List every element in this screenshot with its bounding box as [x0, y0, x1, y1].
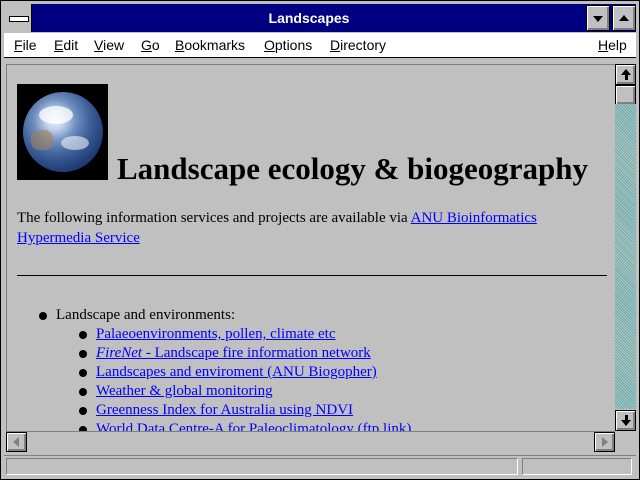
menu-file[interactable]: File	[14, 33, 37, 57]
scroll-up-button[interactable]	[615, 64, 636, 85]
bullet-icon	[39, 312, 47, 320]
maximize-button[interactable]	[612, 5, 636, 31]
menu-go[interactable]: Go	[141, 33, 160, 57]
list-item: Palaeoenvironments, pollen, climate etc	[96, 326, 336, 343]
menu-help[interactable]: Help	[598, 33, 627, 57]
status-message-field	[6, 458, 518, 475]
globe-land	[31, 130, 53, 150]
palaeoenvironments-link[interactable]: Palaeoenvironments, pollen, climate etc	[96, 326, 336, 342]
list-item: Weather & global monitoring	[96, 383, 273, 400]
intro-text: The following information services and p…	[17, 210, 411, 226]
firenet-link[interactable]: FireNet - Landscape fire information net…	[96, 345, 371, 361]
intro-paragraph: The following information services and p…	[17, 208, 612, 248]
browser-window: Landscapes File Edit View Go Bookmarks O…	[0, 0, 640, 480]
title-bar[interactable]: Landscapes	[4, 4, 636, 32]
menu-bar: File Edit View Go Bookmarks Options Dire…	[4, 33, 636, 58]
scroll-track[interactable]	[615, 104, 636, 409]
window-title: Landscapes	[268, 10, 350, 26]
earth-globe-image	[17, 84, 108, 180]
weather-monitoring-link[interactable]: Weather & global monitoring	[96, 383, 273, 399]
menu-view[interactable]: View	[94, 33, 124, 57]
bullet-icon	[79, 369, 87, 377]
vertical-scrollbar[interactable]	[615, 64, 636, 431]
bullet-icon	[79, 407, 87, 415]
arrow-right-icon	[602, 437, 608, 447]
menu-directory[interactable]: Directory	[330, 33, 386, 57]
scroll-right-button[interactable]	[594, 432, 615, 452]
greenness-index-link[interactable]: Greenness Index for Australia using NDVI	[96, 402, 353, 418]
list-heading: Landscape and environments:	[56, 307, 236, 323]
scroll-thumb[interactable]	[615, 85, 636, 105]
minimize-arrow-icon	[593, 16, 603, 22]
minimize-button[interactable]	[586, 5, 610, 31]
menu-edit[interactable]: Edit	[54, 33, 78, 57]
bullet-icon	[79, 331, 87, 339]
system-menu-button[interactable]	[4, 4, 32, 32]
arrow-left-icon	[13, 437, 19, 447]
globe-cloud	[61, 136, 89, 150]
bullet-icon	[79, 350, 87, 358]
scrollbar-corner	[615, 431, 636, 452]
arrow-up-stem	[625, 75, 628, 80]
list-item: Landscapes and enviroment (ANU Biogopher…	[96, 364, 377, 381]
list-item: Greenness Index for Australia using NDVI	[96, 402, 353, 419]
status-bar	[4, 455, 636, 477]
horizontal-rule	[17, 275, 607, 276]
page-heading: Landscape ecology & biogeography	[117, 151, 589, 186]
system-menu-icon	[9, 16, 29, 22]
status-progress-field	[522, 458, 632, 475]
list-item: FireNet - Landscape fire information net…	[96, 345, 371, 362]
landscapes-environment-link[interactable]: Landscapes and enviroment (ANU Biogopher…	[96, 364, 377, 380]
scroll-down-button[interactable]	[615, 410, 636, 431]
menu-bookmarks[interactable]: Bookmarks	[175, 33, 245, 57]
globe-cloud	[39, 106, 73, 124]
maximize-arrow-icon	[619, 15, 629, 21]
menu-options[interactable]: Options	[264, 33, 312, 57]
scroll-left-button[interactable]	[6, 432, 27, 452]
arrow-down-icon	[621, 420, 631, 426]
horizontal-scrollbar[interactable]	[6, 431, 615, 452]
bullet-icon	[79, 388, 87, 396]
document-view[interactable]: Landscape ecology & biogeography The fol…	[6, 64, 616, 432]
